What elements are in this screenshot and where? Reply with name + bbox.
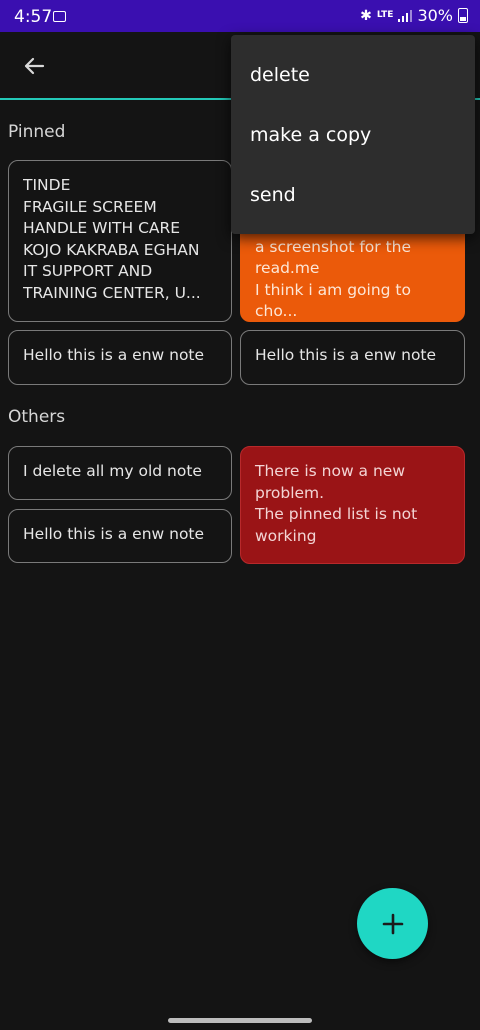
status-bar: 4:57 ✱ LTE 30% <box>0 0 480 32</box>
back-button[interactable] <box>14 46 54 86</box>
note-card[interactable]: I delete all my old note <box>8 446 232 500</box>
pinned-section-label: Pinned <box>8 122 66 142</box>
status-time: 4:57 <box>14 7 53 27</box>
pinned-note-card[interactable]: Hello this is a enw note <box>8 330 232 385</box>
arrow-left-icon <box>24 57 45 75</box>
note-text: Hello this is a enw note <box>23 346 205 364</box>
note-text: Hello this is a enw note <box>255 346 437 364</box>
signal-icon <box>398 10 413 22</box>
note-text: I delete all my old note <box>23 462 202 480</box>
menu-item-make-copy[interactable]: make a copy <box>231 105 475 165</box>
note-text: TINDE FRAGILE SCREEM HANDLE WITH CARE KO… <box>23 176 201 302</box>
gesture-nav-handle[interactable] <box>168 1018 312 1023</box>
add-note-button[interactable] <box>357 888 428 959</box>
others-section-label: Others <box>8 407 66 427</box>
note-card[interactable]: There is now a new problem. The pinned l… <box>240 446 465 564</box>
pinned-note-card[interactable]: TINDE FRAGILE SCREEM HANDLE WITH CARE KO… <box>8 160 232 322</box>
note-card[interactable]: Hello this is a enw note <box>8 509 232 563</box>
note-text: Hello this is a enw note <box>23 525 205 543</box>
overflow-menu: delete make a copy send <box>231 35 475 234</box>
battery-percent: 30% <box>417 6 453 25</box>
status-indicators: ✱ LTE 30% <box>360 6 468 25</box>
menu-item-send[interactable]: send <box>231 165 475 225</box>
screenshot-icon <box>53 11 66 22</box>
network-type: LTE <box>376 10 394 20</box>
bluetooth-icon: ✱ <box>360 7 372 24</box>
plus-icon <box>382 913 403 934</box>
menu-item-delete[interactable]: delete <box>231 45 475 105</box>
battery-icon <box>458 8 468 23</box>
note-text: There is now a new problem. The pinned l… <box>255 462 418 545</box>
pinned-note-card[interactable]: Hello this is a enw note <box>240 330 465 385</box>
